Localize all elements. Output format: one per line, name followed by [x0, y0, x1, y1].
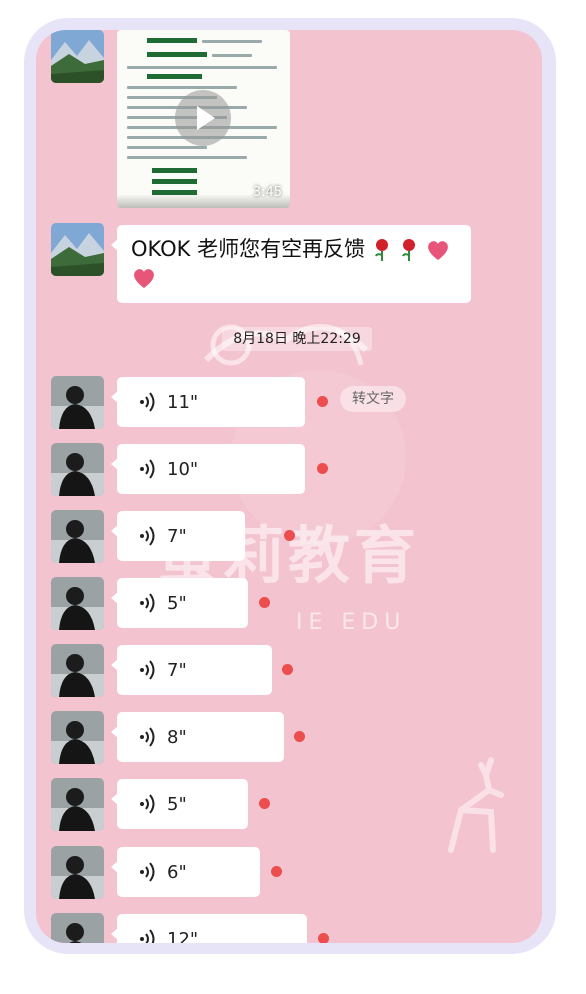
- voice-message-bubble[interactable]: 8": [111, 712, 284, 762]
- avatar-person[interactable]: [51, 376, 104, 429]
- heart-emoji-icon: [134, 269, 154, 288]
- voice-message-bubble[interactable]: 11": [111, 377, 305, 427]
- unread-dot: [318, 933, 329, 943]
- unread-dot: [317, 463, 328, 474]
- avatar-person[interactable]: [51, 778, 104, 831]
- avatar-person[interactable]: [51, 510, 104, 563]
- voice-duration: 7": [167, 525, 187, 547]
- rose-emoji-icon: [401, 239, 415, 261]
- voice-wave-icon: [140, 526, 155, 546]
- video-message[interactable]: 3:45: [117, 30, 290, 208]
- transcribe-button[interactable]: 转文字: [340, 386, 406, 412]
- voice-wave-icon: [140, 794, 155, 814]
- unread-dot: [317, 396, 328, 407]
- unread-dot: [271, 866, 282, 877]
- unread-dot: [282, 664, 293, 675]
- text-line: [212, 54, 252, 57]
- voice-duration: 11": [167, 391, 199, 413]
- video-duration: 3:45: [252, 185, 282, 200]
- voice-message-bubble[interactable]: 10": [111, 444, 305, 494]
- voice-duration: 7": [167, 659, 187, 681]
- voice-duration: 10": [167, 458, 199, 480]
- avatar-mountain[interactable]: [51, 30, 104, 83]
- heart-emoji-icon: [428, 241, 449, 260]
- text-message-bubble[interactable]: OKOK 老师您有空再反馈: [111, 225, 471, 303]
- avatar-person[interactable]: [51, 644, 104, 697]
- avatar-person[interactable]: [51, 711, 104, 764]
- voice-wave-icon: [140, 593, 155, 613]
- voice-duration: 5": [167, 793, 187, 815]
- highlight-bar: [147, 38, 197, 43]
- voice-message-bubble[interactable]: 12": [111, 914, 307, 944]
- voice-duration: 12": [167, 928, 199, 944]
- voice-message-bubble[interactable]: 6": [111, 847, 260, 897]
- chat-screen[interactable]: 蜜莉教育 IE EDU 3:45 OKOK 老师您有空再反馈 8月18日 晚上2…: [36, 30, 542, 943]
- watermark-subtitle: IE EDU: [296, 610, 407, 635]
- voice-wave-icon: [140, 660, 155, 680]
- voice-wave-icon: [140, 727, 155, 747]
- voice-wave-icon: [140, 459, 155, 479]
- avatar-mountain[interactable]: [51, 223, 104, 276]
- chat-timestamp: 8月18日 晚上22:29: [222, 327, 372, 351]
- voice-duration: 5": [167, 592, 187, 614]
- voice-message-bubble[interactable]: 7": [111, 511, 245, 561]
- rose-emoji-icon: [374, 239, 388, 261]
- unread-dot: [284, 530, 295, 541]
- voice-message-bubble[interactable]: 7": [111, 645, 272, 695]
- avatar-person[interactable]: [51, 443, 104, 496]
- highlight-bar: [147, 74, 202, 79]
- unread-dot: [259, 798, 270, 809]
- unread-dot: [259, 597, 270, 608]
- text-line: [127, 66, 277, 69]
- voice-wave-icon: [140, 929, 155, 943]
- voice-message-bubble[interactable]: 5": [111, 779, 248, 829]
- voice-duration: 6": [167, 861, 187, 883]
- highlight-bar: [147, 52, 207, 57]
- highlight-bar: [152, 168, 197, 173]
- avatar-person[interactable]: [51, 846, 104, 899]
- text-line: [202, 40, 262, 43]
- unread-dot: [294, 731, 305, 742]
- message-text: OKOK 老师您有空再反馈: [131, 237, 366, 261]
- voice-message-bubble[interactable]: 5": [111, 578, 248, 628]
- text-line: [127, 146, 207, 149]
- text-line: [127, 86, 237, 89]
- voice-wave-icon: [140, 392, 155, 412]
- text-line: [127, 156, 247, 159]
- avatar-person[interactable]: [51, 577, 104, 630]
- voice-wave-icon: [140, 862, 155, 882]
- voice-duration: 8": [167, 726, 187, 748]
- play-icon[interactable]: [175, 90, 231, 146]
- avatar-person[interactable]: [51, 913, 104, 943]
- highlight-bar: [152, 179, 197, 184]
- watermark-deer-icon: [448, 757, 504, 853]
